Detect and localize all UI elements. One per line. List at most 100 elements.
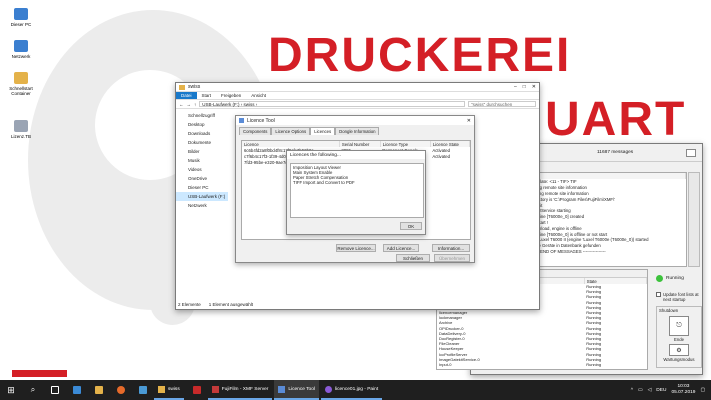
chevron-up-icon[interactable]: ^ (631, 388, 633, 393)
address-row: ← → ↑ USB-Laufwerk (F:) › swiss › "swiss… (176, 100, 539, 109)
taskbar-app-swiss[interactable]: swiss (154, 380, 184, 400)
nav-item-network[interactable]: Netzwerk (176, 201, 228, 210)
folder-shortcut-icon (14, 72, 28, 84)
navigation-pane: Schnellzugriff Desktop Downloads Dokumen… (176, 111, 228, 210)
taskview-icon (51, 386, 59, 394)
nav-item-documents[interactable]: Dokumente (176, 138, 228, 147)
pinned-acrobat[interactable] (186, 380, 208, 400)
clear-icon[interactable] (686, 148, 696, 157)
nav-item-videos[interactable]: Videos (176, 165, 228, 174)
nav-item-desktop[interactable]: Desktop (176, 120, 228, 129)
key-icon (278, 385, 286, 393)
add-licence-button[interactable]: Add Licence... (383, 244, 419, 252)
desktop-icon-network[interactable]: Netzwerk (2, 40, 40, 59)
browser-icon (73, 386, 81, 394)
tab-ansicht[interactable]: Ansicht (246, 92, 271, 99)
desktop-icon-this-pc[interactable]: Dieser PC (2, 8, 40, 27)
folder-icon (158, 385, 165, 393)
pinned-explorer[interactable] (88, 380, 110, 400)
address-bar[interactable]: USB-Laufwerk (F:) › swiss › (199, 101, 465, 107)
start-button[interactable]: ⊞ (0, 380, 22, 400)
list-item: TIFF Import and Convert to PDF (293, 180, 355, 185)
pinned-store[interactable] (132, 380, 154, 400)
nav-item-this-pc[interactable]: Dieser PC (176, 183, 228, 192)
tab-datei[interactable]: Datei (176, 92, 197, 99)
document-icon (14, 120, 28, 132)
close-button[interactable]: Schließen (396, 254, 430, 262)
pinned-firefox[interactable] (110, 380, 132, 400)
forward-arrow-icon[interactable]: → (187, 102, 192, 107)
key-icon (239, 118, 244, 123)
remove-licence-button[interactable]: Remove Licence... (336, 244, 376, 252)
tab-freigeben[interactable]: Freigeben (216, 92, 246, 99)
taskview-button[interactable] (44, 380, 66, 400)
messages-count: 11687 messages (597, 150, 634, 155)
brand-text-line2: UART (545, 93, 687, 146)
tab-dongle-information[interactable]: Dongle Information (335, 127, 380, 135)
clock[interactable]: 10:03 05.07.2019 (671, 384, 695, 396)
maintenance-button[interactable]: ⚙ (669, 344, 689, 356)
update-font-option[interactable]: Update font lists at next startup (656, 292, 702, 302)
licence-details-popup[interactable]: Licences the following... Imposition Lay… (286, 150, 426, 235)
explorer-ribbon: Datei Start Freigeben Ansicht (176, 92, 539, 100)
ok-button[interactable]: OK (400, 222, 422, 230)
folder-icon (95, 386, 103, 394)
explorer-titlebar[interactable]: swiss – □ ✕ (176, 83, 539, 92)
search-input[interactable]: "swiss" durchsuchen (468, 101, 536, 107)
firefox-icon (117, 386, 125, 394)
taskbar-app-paint[interactable]: licence01.jpg - Paint (320, 380, 383, 400)
tab-licence-options[interactable]: Licence Options (271, 127, 311, 135)
taskbar-app-licence-tool[interactable]: Licence Tool (274, 380, 319, 400)
tab-start[interactable]: Start (197, 92, 217, 99)
taskbar: ⊞ ⌕ swiss FujiFilm - XMF Server Licence … (0, 380, 711, 400)
status-row[interactable]: Input-0 Running (437, 362, 647, 367)
wrench-icon: ⚙ (676, 347, 682, 354)
pc-icon (14, 8, 28, 20)
up-arrow-icon[interactable]: ↑ (194, 102, 196, 107)
shutdown-group: Shutdown ⎋ Ende ⚙ Wartungsmodus (656, 306, 702, 368)
log-scrollbar[interactable] (688, 172, 700, 267)
close-icon[interactable]: ✕ (532, 84, 536, 90)
update-font-checkbox[interactable] (656, 292, 661, 297)
end-button[interactable]: ⎋ (669, 316, 689, 336)
desktop-icon-licence[interactable]: Lizenz.TB (2, 120, 40, 139)
desktop-icon-container[interactable]: Schnellstart Container (0, 72, 42, 96)
pdf-icon (192, 386, 201, 394)
windows-logo-icon: ⊞ (7, 384, 15, 395)
app-icon (211, 385, 219, 393)
network-icon (14, 40, 28, 52)
folder-icon (179, 84, 185, 90)
licence-tool-titlebar[interactable]: Licence Tool ✕ (236, 116, 474, 125)
apply-button[interactable]: Übernehmen (434, 254, 470, 262)
nav-item-downloads[interactable]: Downloads (176, 129, 228, 138)
minimize-icon[interactable]: – (514, 84, 517, 90)
system-tray: ^ ▭ ◁ DEU 10:03 05.07.2019 ▢ (631, 384, 711, 396)
brand-text-line1: DRUCKEREI (268, 29, 572, 82)
nav-item-onedrive[interactable]: OneDrive (176, 174, 228, 183)
nav-item-quick-access[interactable]: Schnellzugriff (176, 111, 228, 120)
maximize-icon[interactable]: □ (523, 84, 526, 90)
search-button[interactable]: ⌕ (22, 380, 44, 400)
notifications-icon[interactable]: ▢ (700, 388, 705, 393)
nav-item-usb-drive[interactable]: USB-Laufwerk (F:) (176, 192, 228, 201)
pinned-ie[interactable] (66, 380, 88, 400)
status-light-icon (656, 275, 663, 282)
tab-components[interactable]: Components (239, 127, 272, 135)
tab-licences[interactable]: Licences (310, 127, 336, 135)
close-icon[interactable]: ✕ (467, 118, 471, 124)
popup-titlebar[interactable]: Licences the following... (287, 151, 425, 159)
explorer-title: swiss (188, 84, 201, 90)
nav-item-pictures[interactable]: Bilder (176, 147, 228, 156)
explorer-statusbar: 2 Elemente 1 Element ausgewählt (178, 302, 254, 307)
paint-icon (324, 385, 332, 393)
back-arrow-icon[interactable]: ← (179, 102, 184, 107)
nav-item-music[interactable]: Musik (176, 156, 228, 165)
store-icon (139, 386, 147, 394)
licence-tabs: Components Licence Options Licences Dong… (236, 125, 474, 135)
taskbar-app-xmf[interactable]: FujiFilm - XMF Server (207, 380, 273, 400)
licence-feature-list: Imposition Layout Viewer Main System Ena… (290, 163, 424, 218)
volume-icon[interactable]: ◁ (648, 388, 652, 393)
information-button[interactable]: Information... (432, 244, 470, 252)
language-indicator[interactable]: DEU (656, 388, 666, 393)
network-icon[interactable]: ▭ (638, 388, 643, 393)
